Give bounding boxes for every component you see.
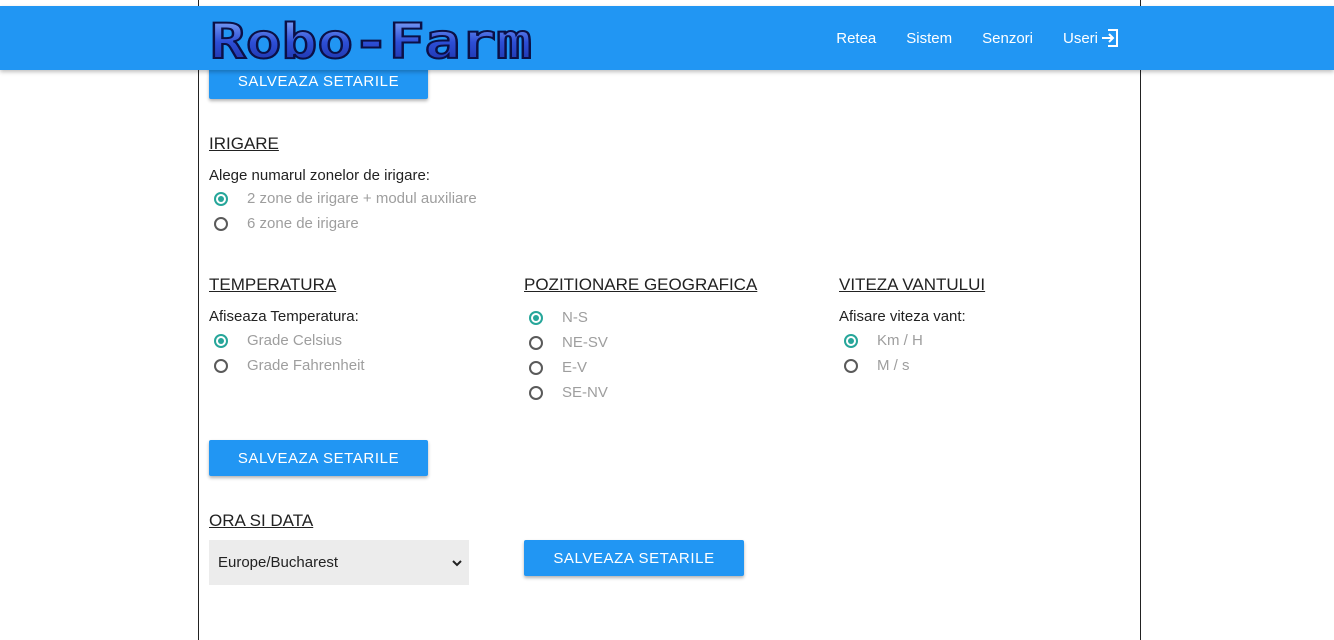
- radio-circle: [214, 216, 228, 231]
- timezone-select-value: Europe/Bucharest: [218, 554, 339, 571]
- irigare-option-2-zones[interactable]: 2 zone de irigare + modul auxiliare: [214, 190, 477, 207]
- irigare-option-6-zones[interactable]: 6 zone de irigare: [214, 215, 359, 232]
- pozitionare-option-se-nv[interactable]: SE-NV: [529, 384, 608, 401]
- vant-option-ms[interactable]: M / s: [844, 357, 910, 374]
- radio-label: SE-NV: [562, 384, 608, 401]
- pozitionare-option-ne-sv[interactable]: NE-SV: [529, 334, 608, 351]
- vant-label: Afisare viteza vant:: [839, 308, 966, 325]
- nav-useri-label: Useri: [1062, 29, 1098, 47]
- logo[interactable]: Robo-Farm: [207, 14, 537, 64]
- nav-useri[interactable]: Useri: [1063, 28, 1120, 48]
- main-nav: Retea Sistem Senzori Useri: [836, 6, 1120, 70]
- timezone-select[interactable]: Europe/Bucharest: [209, 540, 469, 585]
- radio-circle: [844, 333, 858, 348]
- chevron-down-icon: [452, 559, 462, 566]
- radio-label: M / s: [877, 357, 910, 374]
- irigare-label: Alege numarul zonelor de irigare:: [209, 167, 430, 184]
- radio-circle: [214, 191, 228, 206]
- radio-circle: [529, 335, 543, 350]
- radio-label: 2 zone de irigare + modul auxiliare: [247, 190, 477, 207]
- pozitionare-title: POZITIONARE GEOGRAFICA: [524, 275, 758, 294]
- radio-circle: [529, 385, 543, 400]
- temperatura-label: Afiseaza Temperatura:: [209, 308, 359, 325]
- radio-circle: [214, 358, 228, 373]
- radio-label: 6 zone de irigare: [247, 215, 359, 232]
- pozitionare-option-e-v[interactable]: E-V: [529, 359, 587, 376]
- radio-label: Grade Fahrenheit: [247, 357, 365, 374]
- logout-icon[interactable]: [1100, 28, 1120, 48]
- radio-label: N-S: [562, 309, 588, 326]
- nav-sistem[interactable]: Sistem: [906, 30, 952, 47]
- nav-retea[interactable]: Retea: [836, 30, 876, 47]
- temperatura-option-fahrenheit[interactable]: Grade Fahrenheit: [214, 357, 365, 374]
- radio-circle: [529, 360, 543, 375]
- vant-title: VITEZA VANTULUI: [839, 275, 986, 294]
- temperatura-title: TEMPERATURA: [209, 275, 337, 294]
- radio-label: E-V: [562, 359, 588, 376]
- nav-senzori[interactable]: Senzori: [982, 30, 1033, 47]
- temperatura-option-celsius[interactable]: Grade Celsius: [214, 332, 342, 349]
- radio-label: Km / H: [877, 332, 923, 349]
- save-settings-time-button[interactable]: SALVEAZA SETARILE: [524, 540, 744, 576]
- vant-option-kmh[interactable]: Km / H: [844, 332, 923, 349]
- radio-label: Grade Celsius: [247, 332, 343, 349]
- pozitionare-option-n-s[interactable]: N-S: [529, 309, 588, 326]
- ora-title: ORA SI DATA: [209, 511, 314, 530]
- radio-circle: [214, 333, 228, 348]
- logo-text: Robo-Farm: [210, 14, 532, 64]
- navbar: Robo-Farm Retea Sistem Senzori Useri: [0, 6, 1334, 70]
- radio-label: NE-SV: [562, 334, 608, 351]
- save-settings-middle-button[interactable]: SALVEAZA SETARILE: [209, 440, 428, 476]
- radio-circle: [529, 310, 543, 325]
- radio-circle: [844, 358, 858, 373]
- irigare-title: IRIGARE: [209, 134, 279, 153]
